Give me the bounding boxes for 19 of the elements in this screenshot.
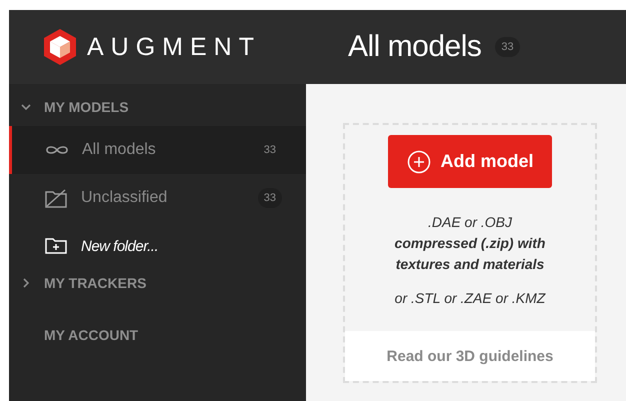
sidebar-item[interactable]: New folder...	[9, 222, 306, 270]
plus-circle-icon	[406, 150, 430, 174]
count-badge: 33	[258, 188, 282, 208]
format-text: compressed (.zip) with textures and materials	[394, 234, 546, 274]
format-text: .DAE or .OBJ	[426, 213, 514, 232]
format-text: or .STL or .ZAE or .KMZ	[394, 289, 547, 308]
section-header[interactable]: MY MODELS	[9, 94, 306, 120]
sidebar-item[interactable]: All models 33	[9, 126, 306, 174]
page-title: All models	[348, 30, 482, 64]
infinity-icon	[46, 145, 68, 155]
section-header[interactable]: MY TRACKERS	[9, 270, 306, 296]
folder-plus-icon	[45, 236, 69, 256]
add-model-button[interactable]: Add model	[388, 135, 552, 188]
section-header[interactable]: MY ACCOUNT	[9, 322, 306, 348]
crossed-folder-icon	[45, 188, 69, 208]
sidebar-item[interactable]: Unclassified 33	[9, 174, 306, 222]
cube-logo-icon	[43, 28, 77, 66]
brand-name: AUGMENT	[87, 32, 261, 62]
count-badge: 33	[495, 37, 520, 57]
